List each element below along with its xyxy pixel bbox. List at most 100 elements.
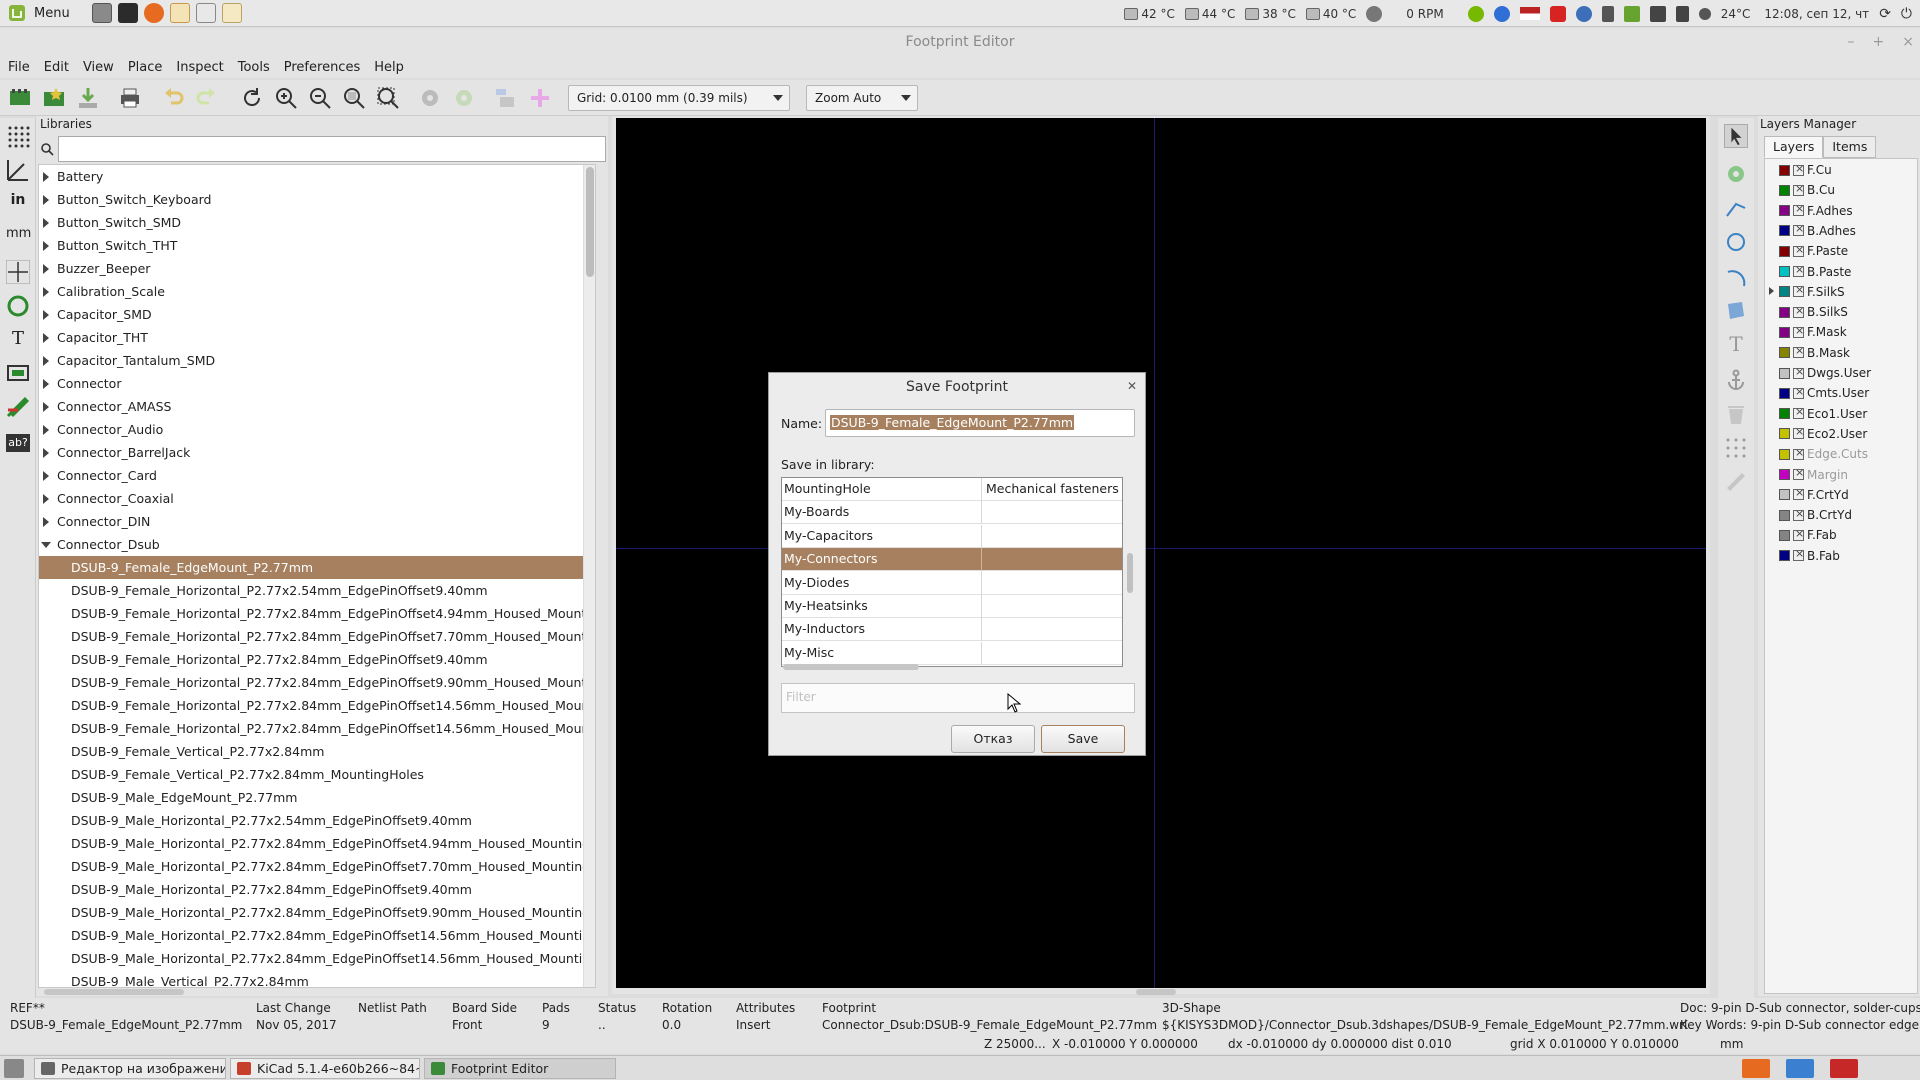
show-desktop-icon[interactable] <box>4 1059 24 1078</box>
library-item[interactable]: Connector_Coaxial <box>39 487 595 510</box>
library-item[interactable]: Button_Switch_Keyboard <box>39 188 595 211</box>
footprint-item[interactable]: DSUB-9_Male_Horizontal_P2.77x2.84mm_Edge… <box>39 947 595 970</box>
scrollbar-thumb[interactable] <box>586 167 594 277</box>
library-item[interactable]: Capacitor_THT <box>39 326 595 349</box>
layer-color-swatch[interactable] <box>1779 367 1790 379</box>
show-desktop-icon[interactable] <box>91 3 112 23</box>
layer-visibility-checkbox[interactable] <box>1793 385 1804 399</box>
footprint-item[interactable]: DSUB-9_Female_Horizontal_P2.77x2.84mm_Ed… <box>39 625 595 648</box>
library-item[interactable]: Button_Switch_SMD <box>39 211 595 234</box>
tab-items[interactable]: Items <box>1823 136 1877 158</box>
library-row[interactable]: My-Capacitors <box>782 524 1122 548</box>
layer-row[interactable]: B.Paste <box>1779 263 1851 281</box>
undo-icon[interactable] <box>162 86 186 110</box>
layer-color-swatch[interactable] <box>1779 326 1790 338</box>
layer-color-swatch[interactable] <box>1779 225 1790 237</box>
expand-arrow-icon[interactable] <box>43 218 49 228</box>
footprint-item[interactable]: DSUB-9_Male_Horizontal_P2.77x2.84mm_Edge… <box>39 855 595 878</box>
check-footprint-icon[interactable] <box>494 86 518 110</box>
task-footprint-editor[interactable]: Footprint Editor <box>424 1058 616 1079</box>
library-tree-hscrollbar[interactable] <box>38 988 596 996</box>
layer-color-swatch[interactable] <box>1779 509 1790 521</box>
footprint-item-selected[interactable]: DSUB-9_Female_EdgeMount_P2.77mm <box>39 556 595 579</box>
layer-color-swatch[interactable] <box>1779 184 1790 196</box>
bluetooth-icon[interactable] <box>1493 5 1510 22</box>
menu-tools[interactable]: Tools <box>238 60 270 75</box>
pad-sketch-icon[interactable] <box>6 294 30 318</box>
tab-layers[interactable]: Layers <box>1764 136 1824 158</box>
library-item[interactable]: Connector_Card <box>39 464 595 487</box>
library-item[interactable]: Buzzer_Beeper <box>39 257 595 280</box>
expand-arrow-icon[interactable] <box>43 172 49 182</box>
anchor-icon[interactable] <box>1724 368 1748 392</box>
layer-visibility-checkbox[interactable] <box>1793 263 1804 277</box>
layer-visibility-checkbox[interactable] <box>1793 222 1804 237</box>
layer-row[interactable]: F.Cu <box>1779 161 1832 179</box>
notes-icon[interactable] <box>221 3 242 23</box>
save-button[interactable]: Save <box>1041 725 1125 753</box>
zoom-selection-icon[interactable] <box>376 86 400 110</box>
footprint-item[interactable]: DSUB-9_Female_Horizontal_P2.77x2.84mm_Ed… <box>39 694 595 717</box>
library-tree-scrollbar[interactable] <box>583 165 595 987</box>
layer-visibility-checkbox[interactable] <box>1793 466 1804 480</box>
spreadsheet-icon[interactable] <box>195 3 216 23</box>
volume-icon[interactable] <box>1675 5 1689 22</box>
layer-visibility-checkbox[interactable] <box>1793 527 1804 541</box>
expand-arrow-icon[interactable] <box>43 494 49 504</box>
print-icon[interactable] <box>118 86 142 110</box>
menu-edit[interactable]: Edit <box>44 60 69 75</box>
task-image-editor[interactable]: Редактор на изображени... <box>34 1058 226 1079</box>
clock[interactable]: 12:08, сеп 12, чт <box>1764 7 1869 21</box>
shield-icon[interactable] <box>1575 5 1592 22</box>
layer-row[interactable]: Dwgs.User <box>1779 364 1871 382</box>
zoom-fit-icon[interactable] <box>342 86 366 110</box>
library-item[interactable]: Capacitor_Tantalum_SMD <box>39 349 595 372</box>
footprint-item[interactable]: DSUB-9_Male_Horizontal_P2.77x2.84mm_Edge… <box>39 901 595 924</box>
measure-grid-icon[interactable] <box>1724 436 1748 460</box>
maximize-icon[interactable]: + <box>1873 28 1885 56</box>
recorder-tray-icon[interactable] <box>1830 1059 1858 1078</box>
name-input[interactable]: DSUB-9_Female_EdgeMount_P2.77mm <box>825 409 1135 437</box>
layer-color-swatch[interactable] <box>1779 205 1790 217</box>
layer-row[interactable]: B.Fab <box>1779 547 1840 565</box>
desktop-switch-icon[interactable] <box>1786 1059 1814 1078</box>
layer-visibility-checkbox[interactable] <box>1793 425 1804 440</box>
text-sketch-icon[interactable]: T <box>6 328 30 352</box>
expand-arrow-icon[interactable] <box>43 195 49 205</box>
layer-row[interactable]: Eco2.User <box>1779 425 1867 443</box>
layer-color-swatch[interactable] <box>1779 245 1790 257</box>
layer-visibility-checkbox[interactable] <box>1793 243 1804 257</box>
add-circle-icon[interactable] <box>1724 230 1748 254</box>
layer-row[interactable]: B.Adhes <box>1779 222 1856 240</box>
footprint-properties-icon[interactable] <box>418 86 442 110</box>
layer-row[interactable]: Edge.Cuts <box>1779 445 1868 463</box>
layer-row[interactable]: Margin <box>1779 466 1848 484</box>
task-kicad[interactable]: KiCad 5.1.4-e60b266~84~... <box>230 1058 420 1079</box>
expand-arrow-icon[interactable] <box>43 287 49 297</box>
library-item-expanded[interactable]: Connector_Dsub <box>39 533 595 556</box>
system-menu-button[interactable]: Menu <box>0 4 70 22</box>
layer-visibility-checkbox[interactable] <box>1793 324 1804 338</box>
library-item[interactable]: Connector_BarrelJack <box>39 441 595 464</box>
show-pads-icon[interactable] <box>6 362 30 386</box>
library-row[interactable]: My-Boards <box>782 501 1122 525</box>
expand-arrow-icon[interactable] <box>43 517 49 527</box>
layer-row[interactable]: F.CrtYd <box>1779 486 1849 504</box>
nvidia-icon[interactable] <box>1467 5 1484 22</box>
libraries-search-input[interactable] <box>58 136 606 162</box>
footprint-item[interactable]: DSUB-9_Male_Horizontal_P2.77x2.84mm_Edge… <box>39 878 595 901</box>
expand-arrow-icon[interactable] <box>43 333 49 343</box>
library-item[interactable]: Connector_Audio <box>39 418 595 441</box>
add-arc-icon[interactable] <box>1724 264 1748 288</box>
minimize-icon[interactable]: – <box>1848 28 1855 56</box>
zoom-in-icon[interactable] <box>274 86 298 110</box>
library-item[interactable]: Button_Switch_THT <box>39 234 595 257</box>
inch-units-icon[interactable]: in <box>6 192 30 216</box>
layer-visibility-checkbox[interactable] <box>1793 507 1804 521</box>
layer-visibility-checkbox[interactable] <box>1793 162 1804 176</box>
layer-visibility-checkbox[interactable] <box>1793 405 1804 420</box>
layer-color-swatch[interactable] <box>1779 529 1790 541</box>
close-icon[interactable]: ✕ <box>1127 379 1137 393</box>
footprint-item[interactable]: DSUB-9_Male_Vertical_P2.77x2.84mm <box>39 970 595 987</box>
menu-place[interactable]: Place <box>128 60 163 75</box>
